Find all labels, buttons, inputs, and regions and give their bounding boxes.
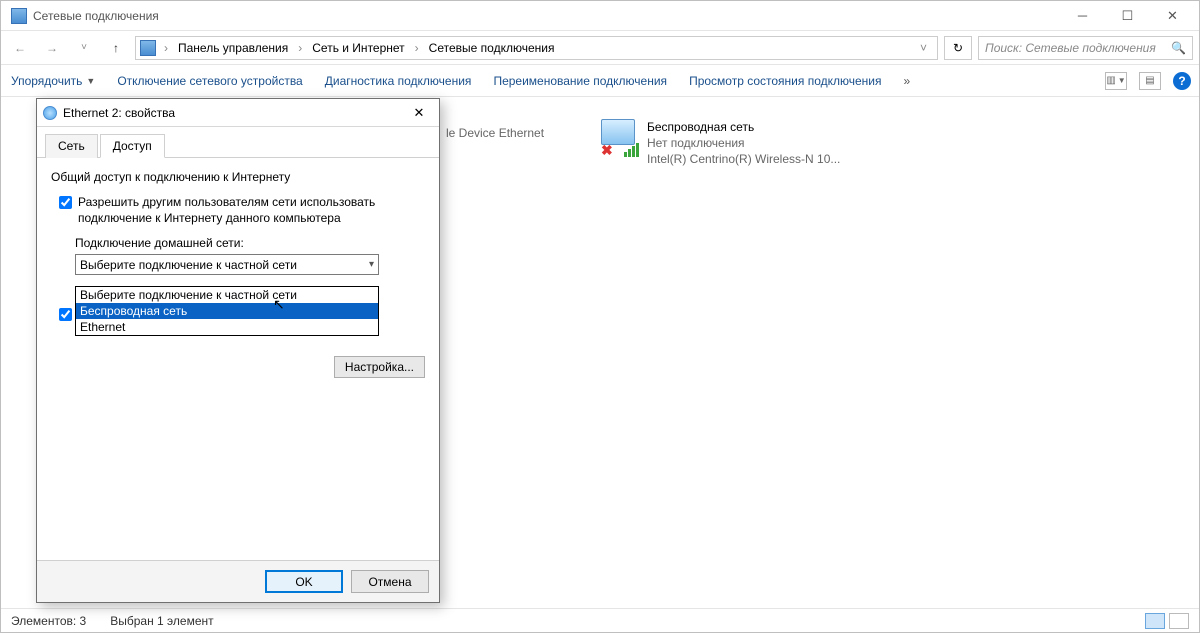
connection-item-wifi[interactable]: ✖ Беспроводная сеть Нет подключения Inte… — [601, 119, 840, 168]
preview-pane-button[interactable]: ▤ — [1139, 72, 1161, 90]
diagnose-button[interactable]: Диагностика подключения — [323, 70, 474, 92]
minimize-button[interactable]: ─ — [1060, 2, 1105, 30]
allow-sharing-label: Разрешить другим пользователям сети испо… — [78, 194, 425, 226]
window-title: Сетевые подключения — [33, 9, 1060, 23]
overflow-button[interactable]: » — [902, 70, 913, 92]
maximize-button[interactable]: ☐ — [1105, 2, 1150, 30]
dropdown-option-ethernet[interactable]: Ethernet — [76, 319, 378, 335]
back-button[interactable]: ← — [7, 35, 33, 61]
wifi-adapter-icon: ✖ — [601, 119, 641, 159]
chevron-down-icon: ▾ — [369, 259, 374, 270]
breadcrumb-seg-1[interactable]: Панель управления — [176, 41, 290, 55]
tab-sharing[interactable]: Доступ — [100, 134, 165, 158]
connection-device: Intel(R) Centrino(R) Wireless-N 10... — [647, 151, 840, 167]
properties-dialog: Ethernet 2: свойства ✕ Сеть Доступ Общий… — [36, 98, 440, 603]
titlebar: Сетевые подключения ─ ☐ ✕ — [1, 1, 1199, 31]
connection-item-ethernet-partial[interactable]: le Device Ethernet — [446, 125, 544, 141]
forward-button: → — [39, 35, 65, 61]
details-view-button[interactable] — [1145, 613, 1165, 629]
chevron-right-icon: › — [411, 41, 423, 55]
chevron-right-icon: › — [294, 41, 306, 55]
dialog-close-button[interactable]: ✕ — [405, 102, 433, 124]
dropdown-option-wireless[interactable]: Беспроводная сеть — [76, 303, 378, 319]
chevron-down-icon: ▼ — [86, 76, 95, 86]
search-placeholder: Поиск: Сетевые подключения — [985, 41, 1156, 55]
organize-menu[interactable]: Упорядочить▼ — [9, 70, 97, 92]
rename-button[interactable]: Переименование подключения — [491, 70, 669, 92]
status-item-count: Элементов: 3 — [11, 614, 86, 628]
dropdown-option-placeholder[interactable]: Выберите подключение к частной сети — [76, 287, 378, 303]
dialog-titlebar: Ethernet 2: свойства ✕ — [37, 99, 439, 127]
status-selected-count: Выбран 1 элемент — [110, 614, 213, 628]
device-label: le Device Ethernet — [446, 125, 544, 141]
up-button[interactable]: ↑ — [103, 35, 129, 61]
homenet-dropdown: Выберите подключение к частной сети Бесп… — [75, 286, 379, 336]
app-icon — [11, 8, 27, 24]
signal-bars-icon — [624, 143, 639, 157]
address-dropdown-button[interactable]: ˅ — [914, 41, 933, 55]
view-status-button[interactable]: Просмотр состояния подключения — [687, 70, 883, 92]
recent-button[interactable]: ˅ — [71, 35, 97, 61]
refresh-button[interactable]: ↻ — [944, 36, 972, 60]
address-box[interactable]: › Панель управления › Сеть и Интернет › … — [135, 36, 938, 60]
connection-name: Беспроводная сеть — [647, 119, 840, 135]
dialog-body: Общий доступ к подключению к Интернету Р… — [37, 158, 439, 560]
chevron-right-icon: › — [160, 41, 172, 55]
homenet-combo[interactable]: Выберите подключение к частной сети ▾ — [75, 254, 379, 275]
command-toolbar: Упорядочить▼ Отключение сетевого устройс… — [1, 65, 1199, 97]
connection-status: Нет подключения — [647, 135, 840, 151]
tab-network[interactable]: Сеть — [45, 134, 98, 158]
dialog-title: Ethernet 2: свойства — [63, 106, 405, 120]
close-button[interactable]: ✕ — [1150, 2, 1195, 30]
location-icon — [140, 40, 156, 56]
homenet-label: Подключение домашней сети: — [75, 236, 425, 250]
adapter-icon — [43, 106, 57, 120]
allow-sharing-checkbox[interactable] — [59, 196, 72, 209]
settings-button[interactable]: Настройка... — [334, 356, 425, 378]
search-icon: 🔍 — [1171, 41, 1186, 55]
breadcrumb-seg-2[interactable]: Сеть и Интернет — [310, 41, 406, 55]
search-input[interactable]: Поиск: Сетевые подключения 🔍 — [978, 36, 1193, 60]
combo-value: Выберите подключение к частной сети — [80, 258, 369, 272]
ok-button[interactable]: OK — [265, 570, 343, 593]
disconnected-x-icon: ✖ — [601, 142, 613, 159]
disable-device-button[interactable]: Отключение сетевого устройства — [115, 70, 304, 92]
icons-view-button[interactable] — [1169, 613, 1189, 629]
help-button[interactable]: ? — [1173, 72, 1191, 90]
cancel-button[interactable]: Отмена — [351, 570, 429, 593]
view-options-button[interactable]: ▥▼ — [1105, 72, 1127, 90]
dialog-tabs: Сеть Доступ — [37, 127, 439, 158]
status-bar: Элементов: 3 Выбран 1 элемент — [1, 608, 1199, 632]
group-title: Общий доступ к подключению к Интернету — [51, 170, 425, 184]
breadcrumb-seg-3[interactable]: Сетевые подключения — [427, 41, 557, 55]
address-bar-row: ← → ˅ ↑ › Панель управления › Сеть и Инт… — [1, 31, 1199, 65]
allow-control-checkbox[interactable] — [59, 308, 72, 321]
dialog-footer: OK Отмена — [37, 560, 439, 602]
